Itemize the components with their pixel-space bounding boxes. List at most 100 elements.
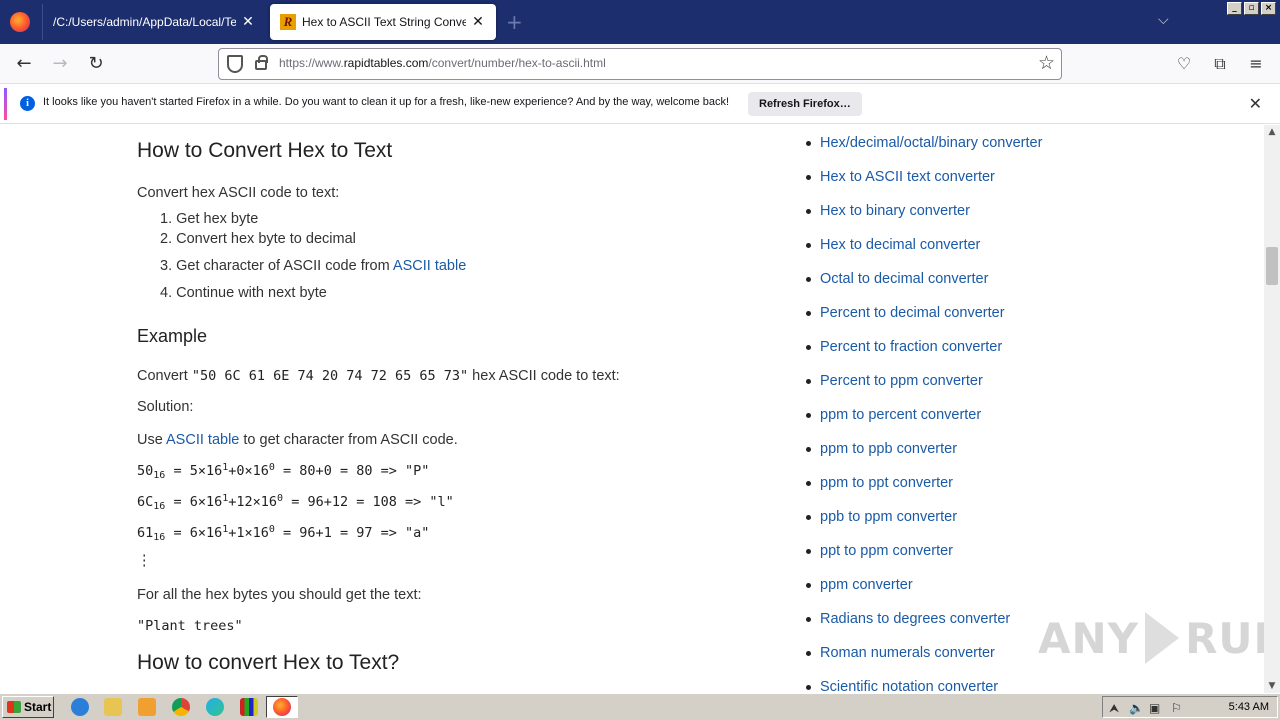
scrollbar-thumb[interactable] [1266, 247, 1278, 285]
tray-expand-icon[interactable]: ⮝ [1109, 701, 1119, 716]
tracking-shield-icon[interactable] [227, 55, 243, 73]
list-item[interactable]: ppb to ppm converter [806, 507, 957, 527]
media-player-icon[interactable] [138, 698, 156, 716]
calc-hex: 6C [137, 494, 154, 510]
new-tab-plus-icon[interactable]: + [506, 10, 523, 34]
step-text: Get hex byte [176, 211, 259, 227]
list-item[interactable]: Hex/decimal/octal/binary converter [806, 133, 1042, 153]
list-item[interactable]: ppm to ppt converter [806, 473, 953, 493]
list-item[interactable]: ppm to ppb converter [806, 439, 957, 459]
back-arrow-icon[interactable]: ← [12, 52, 36, 76]
converter-link[interactable]: ppb to ppm converter [820, 509, 957, 525]
scroll-down-arrow-icon[interactable]: ▼ [1264, 679, 1280, 693]
tab-local-file[interactable]: /C:/Users/admin/AppData/Local/Temp/i ✕ [42, 4, 266, 40]
bullet [806, 208, 811, 214]
list-item[interactable]: Percent to ppm converter [806, 371, 983, 391]
close-window-button[interactable]: × [1261, 2, 1276, 15]
list-item[interactable]: Hex to decimal converter [806, 235, 980, 255]
url-bar[interactable]: https://www.rapidtables.com/convert/numb… [218, 48, 1062, 80]
converter-link[interactable]: Octal to decimal converter [820, 271, 988, 287]
calc-hex: 61 [137, 525, 154, 541]
notification-bar: i It looks like you haven't started Fire… [0, 84, 1280, 124]
flag-icon[interactable]: ⚐ [1171, 701, 1182, 715]
firefox-icon[interactable] [10, 12, 30, 32]
converter-link[interactable]: Hex to binary converter [820, 203, 970, 219]
converter-link[interactable]: ppm to percent converter [820, 407, 981, 423]
start-label: Start [24, 700, 52, 714]
minimize-button[interactable]: _ [1227, 2, 1242, 15]
converter-link[interactable]: Percent to decimal converter [820, 305, 1005, 321]
converter-link[interactable]: Radians to degrees converter [820, 611, 1010, 627]
vertical-ellipsis: ⋮ [137, 553, 152, 569]
hex-code: "50 6C 61 6E 74 20 74 72 65 65 73" [191, 368, 469, 384]
converter-link[interactable]: ppm to ppt converter [820, 475, 953, 491]
bullet [806, 582, 811, 588]
converter-link[interactable]: Percent to fraction converter [820, 339, 1002, 355]
intro-text: Convert hex ASCII code to text: [137, 185, 340, 201]
bullet [806, 378, 811, 384]
notification-text: It looks like you haven't started Firefo… [43, 96, 730, 108]
ascii-table-link[interactable]: ASCII table [393, 258, 466, 274]
bullet [806, 140, 811, 146]
extensions-puzzle-icon[interactable]: ⧉ [1210, 54, 1230, 74]
list-item[interactable]: Octal to decimal converter [806, 269, 988, 289]
pocket-icon[interactable]: ♡ [1174, 54, 1194, 74]
tab-hex-to-ascii[interactable]: R Hex to ASCII Text String Converte ✕ [270, 4, 496, 40]
solution-label: Solution: [137, 399, 194, 415]
converter-link[interactable]: Hex to ASCII text converter [820, 169, 995, 185]
watermark-right: RUN [1185, 613, 1264, 663]
start-button[interactable]: Start [2, 696, 54, 718]
list-item[interactable]: ppt to ppm converter [806, 541, 953, 561]
hamburger-menu-icon[interactable]: ≡ [1246, 54, 1266, 74]
close-icon[interactable]: ✕ [1249, 94, 1262, 113]
vertical-scrollbar[interactable]: ▲ ▼ [1264, 125, 1280, 693]
list-item[interactable]: Hex to binary converter [806, 201, 970, 221]
converter-link[interactable]: Hex/decimal/octal/binary converter [820, 135, 1042, 151]
converter-link[interactable]: Roman numerals converter [820, 645, 995, 661]
calc-result: = 96+12 = 108 => "l" [283, 494, 454, 510]
internet-explorer-icon[interactable] [71, 698, 89, 716]
refresh-firefox-button[interactable]: Refresh Firefox… [748, 92, 862, 116]
scroll-up-arrow-icon[interactable]: ▲ [1264, 125, 1280, 139]
folder-icon[interactable] [104, 698, 122, 716]
window-controls: _ ▫ × [1227, 2, 1276, 15]
list-item[interactable]: Percent to fraction converter [806, 337, 1002, 357]
bookmark-star-icon[interactable]: ☆ [1038, 52, 1055, 74]
bullet [806, 548, 811, 554]
list-item[interactable]: Roman numerals converter [806, 643, 995, 663]
list-item[interactable]: Radians to degrees converter [806, 609, 1010, 629]
watermark-left: ANY [1038, 613, 1140, 663]
winrar-icon[interactable] [240, 698, 258, 716]
taskbar-firefox-button[interactable] [266, 696, 298, 718]
converter-link[interactable]: ppt to ppm converter [820, 543, 953, 559]
bullet [806, 480, 811, 486]
anyrun-watermark: ANY RUN [1038, 612, 1264, 664]
close-icon[interactable]: ✕ [240, 14, 256, 30]
network-icon[interactable]: ▣ [1149, 701, 1160, 715]
converter-link[interactable]: Percent to ppm converter [820, 373, 983, 389]
list-item[interactable]: Hex to ASCII text converter [806, 167, 995, 187]
converter-link[interactable]: Scientific notation converter [820, 679, 998, 693]
forward-arrow-icon[interactable]: → [48, 52, 72, 76]
edge-icon[interactable] [206, 698, 224, 716]
converter-link[interactable]: Hex to decimal converter [820, 237, 980, 253]
list-item[interactable]: ppm to percent converter [806, 405, 981, 425]
restore-button[interactable]: ▫ [1244, 2, 1259, 15]
convert-prefix: Convert [137, 368, 192, 384]
reload-icon[interactable]: ↻ [84, 52, 108, 76]
url-text[interactable]: https://www.rapidtables.com/convert/numb… [279, 56, 606, 70]
calc-part: +1×16 [228, 525, 269, 541]
lock-icon[interactable] [255, 55, 268, 70]
volume-icon[interactable]: 🔈 [1129, 701, 1144, 715]
converter-link[interactable]: ppm converter [820, 577, 913, 593]
use-suffix: to get character from ASCII code. [239, 432, 458, 448]
chrome-icon[interactable] [172, 698, 190, 716]
list-item[interactable]: Percent to decimal converter [806, 303, 1005, 323]
list-item[interactable]: Scientific notation converter [806, 677, 998, 693]
clock[interactable]: 5:43 AM [1229, 701, 1269, 713]
chevron-down-icon[interactable]: ⌵ [1158, 12, 1169, 28]
converter-link[interactable]: ppm to ppb converter [820, 441, 957, 457]
list-item[interactable]: ppm converter [806, 575, 913, 595]
close-icon[interactable]: ✕ [470, 14, 486, 30]
ascii-table-link[interactable]: ASCII table [166, 432, 239, 448]
